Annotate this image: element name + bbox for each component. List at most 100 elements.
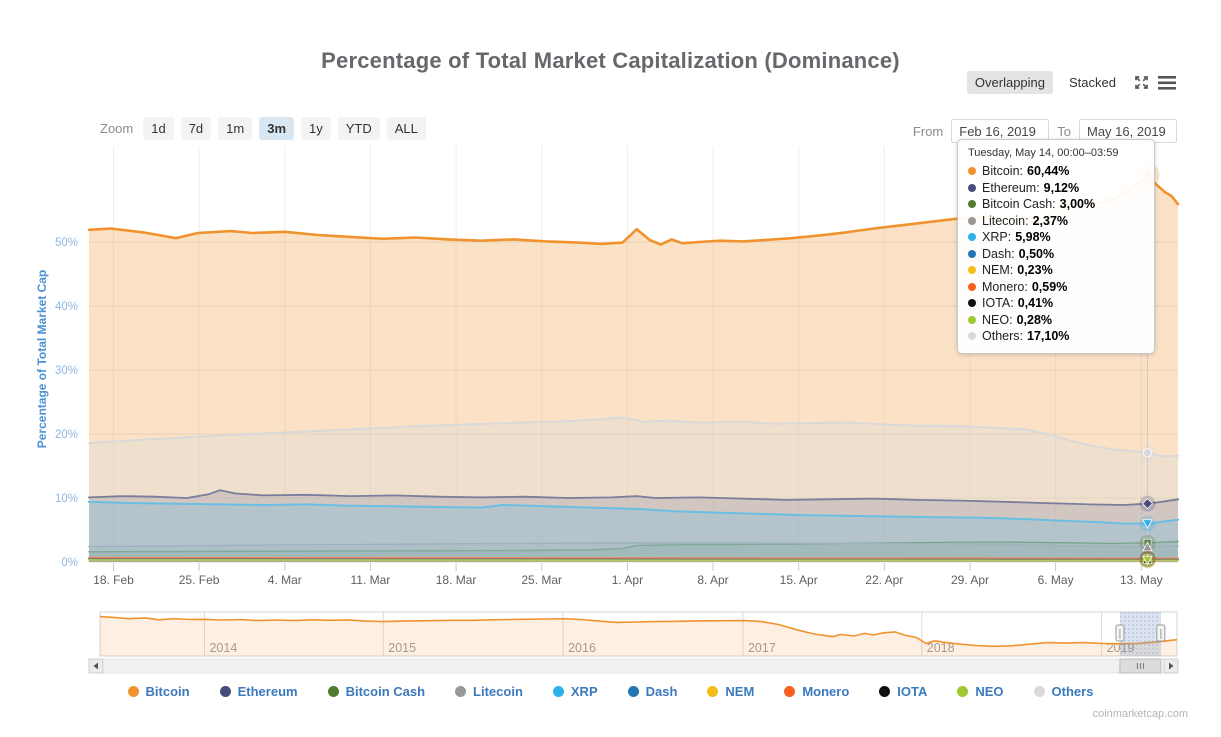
legend-marker-icon — [220, 686, 231, 697]
series-color-dot — [968, 266, 976, 274]
series-color-dot — [968, 316, 976, 324]
chart-tooltip: Tuesday, May 14, 00:00–03:59 Bitcoin:60,… — [957, 139, 1155, 354]
from-label: From — [913, 124, 943, 139]
series-color-dot — [968, 217, 976, 225]
legend-label: XRP — [571, 684, 598, 699]
scrollbar-thumb[interactable] — [1120, 659, 1161, 673]
legend-item-bitcoin[interactable]: Bitcoin — [128, 684, 190, 699]
tooltip-row-bitcoin: Bitcoin:60,44% — [968, 163, 1144, 180]
legend-marker-icon — [707, 686, 718, 697]
y-axis-label: 30% — [55, 365, 78, 377]
tooltip-series-value: 0,59% — [1032, 279, 1067, 296]
x-axis-label: 6. May — [1038, 573, 1074, 587]
y-axis-label: 40% — [55, 301, 78, 313]
x-axis-label: 22. Apr — [865, 573, 903, 587]
tooltip-row-monero: Monero:0,59% — [968, 279, 1144, 296]
x-axis-label: 13. May — [1120, 573, 1163, 587]
legend-marker-icon — [1034, 686, 1045, 697]
tooltip-series-value: 5,98% — [1015, 229, 1050, 246]
x-axis-label: 4. Mar — [268, 573, 302, 587]
tooltip-series-value: 17,10% — [1027, 328, 1069, 345]
y-axis-label: 50% — [55, 237, 78, 249]
series-color-dot — [968, 233, 976, 241]
series-color-dot — [968, 167, 976, 175]
legend-marker-icon — [553, 686, 564, 697]
tooltip-series-value: 0,41% — [1018, 295, 1053, 312]
legend-item-bitcoin-cash[interactable]: Bitcoin Cash — [328, 684, 425, 699]
tooltip-series-value: 3,00% — [1060, 196, 1095, 213]
legend-item-dash[interactable]: Dash — [628, 684, 678, 699]
legend-marker-icon — [128, 686, 139, 697]
legend-label: Monero — [802, 684, 849, 699]
x-axis-label: 15. Apr — [780, 573, 818, 587]
legend-item-others[interactable]: Others — [1034, 684, 1094, 699]
tooltip-row-nem: NEM:0,23% — [968, 262, 1144, 279]
series-color-dot — [968, 200, 976, 208]
legend-label: Ethereum — [238, 684, 298, 699]
navigator-scrollbar — [89, 659, 1178, 673]
tooltip-series-name: NEM: — [982, 262, 1013, 279]
tooltip-series-value: 0,50% — [1019, 246, 1054, 263]
x-axis-label: 1. Apr — [612, 573, 643, 587]
marker-others — [1143, 448, 1151, 456]
legend-item-ethereum[interactable]: Ethereum — [220, 684, 298, 699]
legend-label: IOTA — [897, 684, 927, 699]
tooltip-series-value: 9,12% — [1044, 180, 1079, 197]
x-axis-label: 29. Apr — [951, 573, 989, 587]
legend-label: Others — [1052, 684, 1094, 699]
scrollbar-right-arrow[interactable] — [1164, 659, 1178, 673]
watermark: coinmarketcap.com — [1093, 708, 1188, 720]
tooltip-series-name: Bitcoin: — [982, 163, 1023, 180]
tooltip-row-ethereum: Ethereum:9,12% — [968, 180, 1144, 197]
series-color-dot — [968, 184, 976, 192]
tooltip-series-name: Litecoin: — [982, 213, 1029, 230]
legend-label: NEO — [975, 684, 1003, 699]
legend-marker-icon — [455, 686, 466, 697]
tooltip-series-name: Bitcoin Cash: — [982, 196, 1056, 213]
legend-item-monero[interactable]: Monero — [784, 684, 849, 699]
x-axis-label: 18. Mar — [436, 573, 477, 587]
legend-marker-icon — [784, 686, 795, 697]
tooltip-row-iota: IOTA:0,41% — [968, 295, 1144, 312]
tooltip-row-xrp: XRP:5,98% — [968, 229, 1144, 246]
legend-label: Bitcoin — [146, 684, 190, 699]
tooltip-series-name: NEO: — [982, 312, 1013, 329]
tooltip-series-value: 60,44% — [1027, 163, 1069, 180]
y-axis-label: 0% — [61, 557, 78, 569]
x-axis-label: 8. Apr — [697, 573, 728, 587]
tooltip-series-value: 0,23% — [1017, 262, 1052, 279]
navigator-handle-right[interactable] — [1157, 625, 1165, 641]
chart-legend: Bitcoin Ethereum Bitcoin Cash Litecoin XRP Da… — [0, 684, 1221, 699]
legend-item-neo[interactable]: NEO — [957, 684, 1003, 699]
tooltip-date: Tuesday, May 14, 00:00–03:59 — [968, 147, 1144, 159]
tooltip-row-litecoin: Litecoin:2,37% — [968, 213, 1144, 230]
tooltip-series-value: 0,28% — [1017, 312, 1052, 329]
series-color-dot — [968, 250, 976, 258]
tooltip-row-others: Others:17,10% — [968, 328, 1144, 345]
series-color-dot — [968, 283, 976, 291]
to-label: To — [1057, 124, 1071, 139]
legend-marker-icon — [957, 686, 968, 697]
legend-label: Dash — [646, 684, 678, 699]
x-axis-label: 11. Mar — [350, 573, 390, 587]
legend-item-iota[interactable]: IOTA — [879, 684, 927, 699]
tooltip-row-bitcoin-cash: Bitcoin Cash:3,00% — [968, 196, 1144, 213]
scrollbar-track[interactable] — [89, 659, 1178, 673]
navigator-handle-left[interactable] — [1116, 625, 1124, 641]
tooltip-series-name: Dash: — [982, 246, 1015, 263]
x-axis-label: 25. Mar — [521, 573, 562, 587]
tooltip-series-name: Others: — [982, 328, 1023, 345]
x-axis-label: 25. Feb — [179, 573, 220, 587]
scrollbar-left-arrow[interactable] — [89, 659, 103, 673]
legend-marker-icon — [628, 686, 639, 697]
tooltip-row-dash: Dash:0,50% — [968, 246, 1144, 263]
tooltip-row-neo: NEO:0,28% — [968, 312, 1144, 329]
legend-item-litecoin[interactable]: Litecoin — [455, 684, 523, 699]
legend-label: Litecoin — [473, 684, 523, 699]
legend-label: NEM — [725, 684, 754, 699]
legend-item-nem[interactable]: NEM — [707, 684, 754, 699]
legend-marker-icon — [328, 686, 339, 697]
legend-marker-icon — [879, 686, 890, 697]
legend-item-xrp[interactable]: XRP — [553, 684, 598, 699]
tooltip-series-value: 2,37% — [1033, 213, 1068, 230]
